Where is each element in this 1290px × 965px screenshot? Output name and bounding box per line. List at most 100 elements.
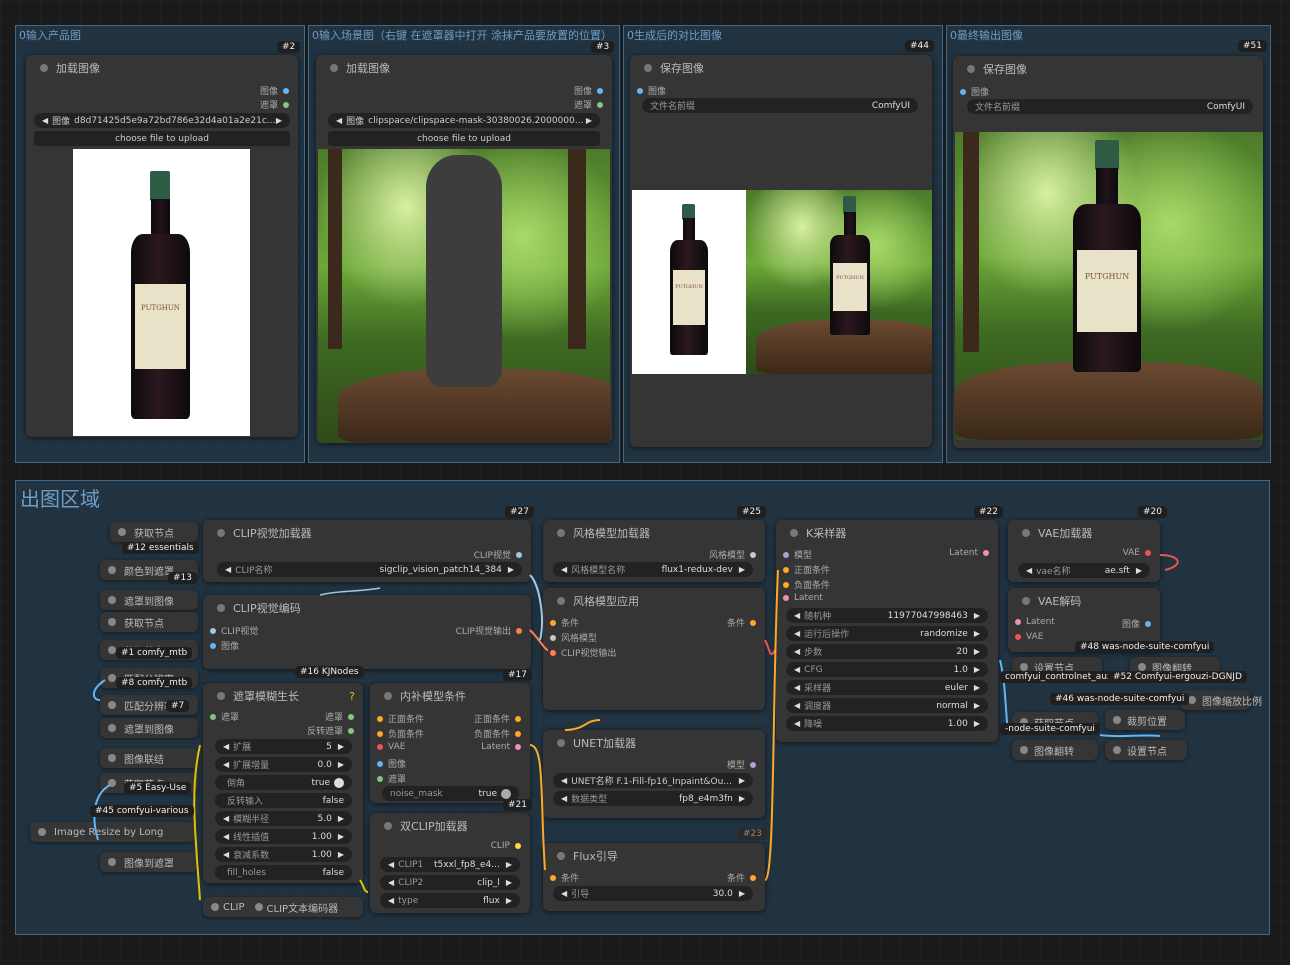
output-label: 遮罩 bbox=[324, 713, 343, 723]
save-image-node-final[interactable]: 保存图像 图像 文件名前缀 ComfyUI PUTGHUN bbox=[953, 56, 1263, 448]
help-icon[interactable]: ? bbox=[349, 690, 355, 703]
bottle-label-text: PUTGHUN bbox=[141, 304, 180, 312]
mask-grow-widget[interactable]: 反转输入 false bbox=[215, 793, 352, 808]
ksampler-widget[interactable]: ◀ 运行后操作 randomize ▶ bbox=[786, 626, 988, 641]
side-mini-node[interactable]: 遮罩到图像 bbox=[100, 718, 198, 738]
flux-guidance-node[interactable]: Flux引导 条件 条件 ◀ 引导 30.0 ▶ bbox=[543, 843, 765, 911]
side-mini-node[interactable]: Image Resize by Long bbox=[30, 822, 195, 842]
guidance-widget[interactable]: ◀ 引导 30.0 ▶ bbox=[553, 886, 753, 901]
region-title: 出图区域 bbox=[20, 487, 100, 511]
ksampler-widget[interactable]: ◀ 随机种 1197704799846​3 ▶ bbox=[786, 608, 988, 623]
node-id-badge: #27 bbox=[505, 506, 534, 518]
side-mini-node[interactable]: 图像到遮罩 bbox=[100, 852, 198, 872]
side-mini-node[interactable]: 图像联结 bbox=[100, 748, 198, 768]
ksampler-widget[interactable]: ◀ 步数 20 ▶ bbox=[786, 644, 988, 659]
plugin-badge: comfyui_controlnet_aux bbox=[1000, 671, 1118, 683]
dual-clip-loader-node[interactable]: 双CLIP加载器 CLIP ◀ CLIP1 t5xxl_fp8_e4... ▶ ◀ CLI… bbox=[370, 813, 530, 913]
input-label: 遮罩 bbox=[388, 775, 407, 785]
node-title: 加载图像 bbox=[346, 62, 390, 75]
filename-prefix-widget[interactable]: 文件名前缀 ComfyUI bbox=[967, 99, 1253, 114]
input-label: 负面条件 bbox=[794, 581, 831, 591]
mini-node-title: 裁剪位置 bbox=[1127, 716, 1167, 728]
ksampler-widget[interactable]: ◀ CFG 1.0 ▶ bbox=[786, 662, 988, 677]
dual-clip-widget[interactable]: ◀ CLIP2 clip_l ▶ bbox=[380, 875, 520, 890]
output-label: Latent bbox=[949, 548, 978, 558]
dual-clip-widget[interactable]: ◀ CLIP1 t5xxl_fp8_e4... ▶ bbox=[380, 857, 520, 872]
output-label: 条件 bbox=[726, 619, 745, 629]
plugin-badge: #7 bbox=[166, 700, 190, 712]
mask-grow-widget[interactable]: ◀ 扩展 5 ▶ bbox=[215, 739, 352, 754]
right-mini-node[interactable]: 图像缩放比例 bbox=[1180, 690, 1262, 710]
side-mini-node[interactable]: 获取节点 bbox=[100, 612, 198, 632]
node-title: CLIP文本编码器 bbox=[266, 903, 339, 915]
right-mini-node[interactable]: 裁剪位置 bbox=[1105, 710, 1185, 730]
mask-grow-widget[interactable]: ◀ 扩展增量 0.0 ▶ bbox=[215, 757, 352, 772]
noise-mask-toggle[interactable]: noise_mask true bbox=[382, 786, 519, 801]
clip-vision-encode-node[interactable]: CLIP视觉编码 CLIP视觉 图像 CLIP视觉输出 bbox=[203, 595, 531, 669]
weight-dtype-widget[interactable]: ◀ 数据类型 fp8_e4m3fn ▶ bbox=[553, 791, 753, 806]
clip-name-widget[interactable]: ◀ CLIP名称 sigclip_vision_patch14_384 ▶ bbox=[217, 562, 522, 577]
inpaint-model-conditioning-node[interactable]: 内补模型条件 正面条件 负面条件 VAE 图像 遮罩 正面条件 负面条件 Latent noi… bbox=[370, 683, 530, 803]
image-select-widget[interactable]: ◀ 图像 clipspace/clipspace-mask-30380026.200… bbox=[328, 113, 600, 128]
ksampler-widget[interactable]: ◀ 调度器 normal ▶ bbox=[786, 698, 988, 713]
bottle-label-text: PUTGHUN bbox=[1084, 272, 1130, 281]
node-id-badge: #17 bbox=[503, 669, 532, 681]
plugin-badge: #46 was-node-suite-comfyui bbox=[1050, 693, 1190, 705]
style-model-loader-node[interactable]: 风格模型加载器 风格模型 ◀ 风格模型名称 flux1-redux-dev ▶ bbox=[543, 520, 765, 582]
plugin-badge: #13 bbox=[168, 572, 197, 584]
input-label: Latent bbox=[794, 593, 823, 603]
ksampler-widget[interactable]: ◀ 采样器 euler ▶ bbox=[786, 680, 988, 695]
unet-name-widget[interactable]: ◀ UNET名称 F.1-Fill-fp16_Inpaint&Ou... ▶ bbox=[553, 773, 753, 788]
dual-clip-widget[interactable]: ◀ type flux ▶ bbox=[380, 893, 520, 908]
mask-grow-widget[interactable]: fill_holes false bbox=[215, 865, 352, 880]
mask-grow-widget[interactable]: ◀ 衰减系数 1.00 ▶ bbox=[215, 847, 352, 862]
mini-node-title: 遮罩到图像 bbox=[124, 596, 174, 608]
clip-vision-loader-node[interactable]: CLIP视觉加载器 CLIP视觉 ◀ CLIP名称 sigclip_vision_p… bbox=[203, 520, 531, 582]
save-image-node-compare[interactable]: 保存图像 图像 文件名前缀 ComfyUI PUTGHUN PUTGHUN bbox=[630, 55, 932, 447]
node-title: 内补模型条件 bbox=[400, 690, 466, 703]
mask-blur-grow-node[interactable]: 遮罩模糊生长? 遮罩 遮罩 反转遮罩 ◀ 扩展 5 ▶ ◀ 扩展增量 0.0 ▶ 倒角 true 反… bbox=[203, 683, 363, 883]
input-label: 条件 bbox=[561, 619, 580, 629]
node-title: 风格模型加载器 bbox=[573, 527, 650, 540]
right-mini-node[interactable]: 设置节点 bbox=[1105, 740, 1187, 760]
clip-text-encode-node[interactable]: CLIP CLIP文本编码器 bbox=[203, 897, 363, 917]
mask-grow-widget[interactable]: ◀ 线性插值 1.00 ▶ bbox=[215, 829, 352, 844]
upload-button[interactable]: choose file to upload bbox=[34, 131, 290, 146]
input-label: Latent bbox=[1026, 617, 1055, 627]
output-clip-vision-label: CLIP视觉 bbox=[473, 551, 511, 561]
output-image-label: 图像 bbox=[573, 87, 592, 97]
input-label: CLIP视觉输出 bbox=[561, 649, 617, 659]
filename-prefix-widget[interactable]: 文件名前缀 ComfyUI bbox=[642, 98, 918, 113]
node-id-badge: #20 bbox=[1138, 506, 1167, 518]
node-title: 保存图像 bbox=[660, 62, 704, 75]
plugin-badge: #45 comfyui-various bbox=[90, 805, 194, 817]
output-label: VAE bbox=[1122, 548, 1140, 558]
product-preview-image: PUTGHUN bbox=[73, 149, 250, 436]
upload-button[interactable]: choose file to upload bbox=[328, 131, 600, 146]
node-title: VAE加载器 bbox=[1038, 527, 1093, 540]
mask-grow-widget[interactable]: ◀ 模糊半径 5.0 ▶ bbox=[215, 811, 352, 826]
side-mini-node[interactable]: 遮罩到图像 bbox=[100, 590, 198, 610]
mini-node-title: 图像缩放比例 bbox=[1202, 696, 1262, 708]
image-select-widget[interactable]: ◀ 图像 d8d71425d5e9a72bd786e32d4a01a2e21c...… bbox=[34, 113, 290, 128]
load-image-node-scene[interactable]: 加载图像 图像 遮罩 ◀ 图像 clipspace/clipspace-mask-3… bbox=[316, 55, 612, 443]
style-model-name-widget[interactable]: ◀ 风格模型名称 flux1-redux-dev ▶ bbox=[553, 562, 753, 577]
ksampler-node[interactable]: K采样器 模型 正面条件 负面条件 Latent Latent ◀ 随机种 1197… bbox=[776, 520, 998, 742]
input-label: 正面条件 bbox=[388, 715, 425, 725]
group-title: 0输入场景图（右键 在遮罩器中打开 涂抹产品要放置的位置） bbox=[312, 29, 612, 42]
style-model-apply-node[interactable]: 风格模型应用 条件 风格模型 CLIP视觉输出 条件 bbox=[543, 588, 765, 710]
side-mini-node[interactable]: 获取节点 bbox=[110, 522, 198, 542]
vae-name-widget[interactable]: ◀ vae名称 ae.sft ▶ bbox=[1018, 563, 1150, 578]
ksampler-widget[interactable]: ◀ 降噪 1.00 ▶ bbox=[786, 716, 988, 731]
node-title: K采样器 bbox=[806, 527, 847, 540]
output-label: 反转遮罩 bbox=[306, 727, 343, 737]
node-id-badge: #25 bbox=[737, 506, 766, 518]
load-image-node-product[interactable]: 加载图像 图像 遮罩 ◀ 图像 d8d71425d5e9a72bd786e32d4a… bbox=[26, 55, 298, 437]
node-id-badge: #3 bbox=[591, 41, 615, 53]
node-id-badge: #2 bbox=[277, 41, 301, 53]
vae-loader-node[interactable]: VAE加载器 VAE ◀ vae名称 ae.sft ▶ bbox=[1008, 520, 1160, 582]
mask-grow-widget[interactable]: 倒角 true bbox=[215, 775, 352, 790]
right-mini-node[interactable]: 图像翻转 bbox=[1012, 740, 1098, 760]
unet-loader-node[interactable]: UNET加载器 模型 ◀ UNET名称 F.1-Fill-fp16_Inpaint… bbox=[543, 730, 765, 818]
output-label: CLIP视觉输出 bbox=[455, 627, 511, 637]
